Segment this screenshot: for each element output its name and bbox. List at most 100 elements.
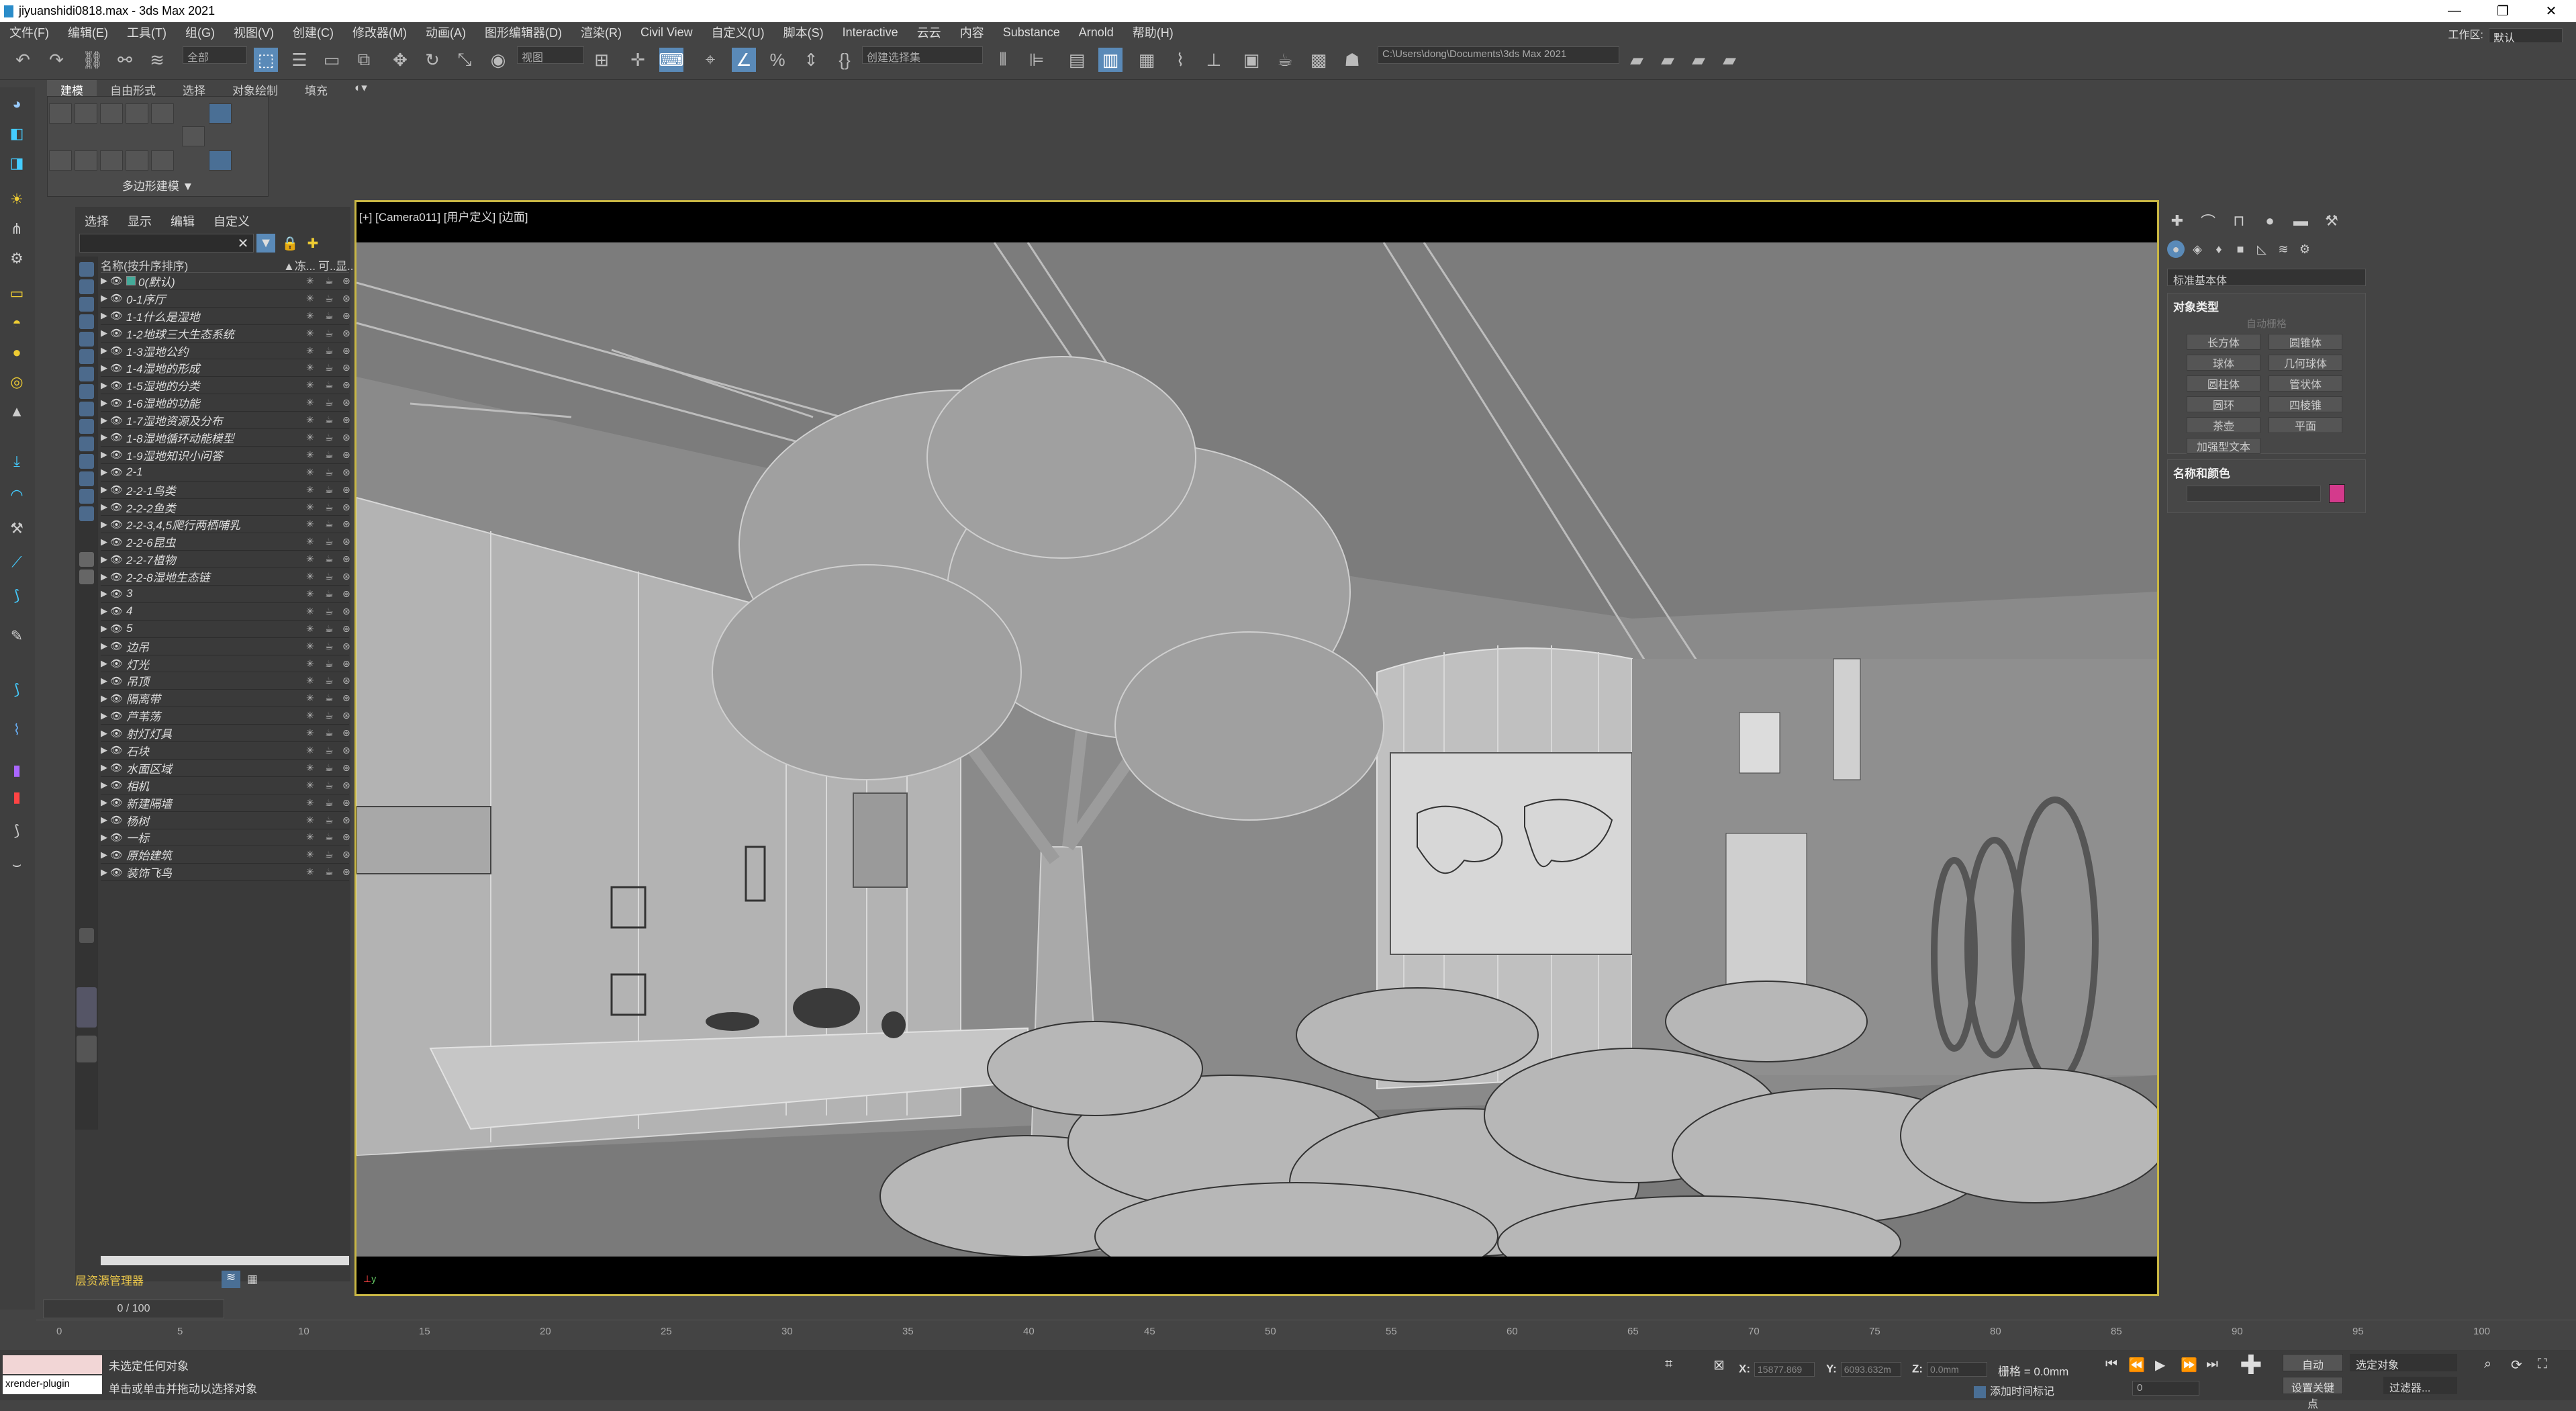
render-toggle-icon[interactable]: ☕ [325,518,334,530]
cylinder-button[interactable]: 圆柱体 [2187,375,2260,392]
maxscript-listener-input[interactable] [3,1355,102,1374]
freeze-toggle-icon[interactable]: ✳ [306,797,314,809]
filter-frozen-icon[interactable] [79,437,94,451]
expand-arrow-icon[interactable]: ▶ [101,641,110,651]
freeze-toggle-icon[interactable]: ✳ [306,849,314,860]
layer-row[interactable]: ▶ 👁 2-2-7植物 ✳ ☕ ⊛ [101,551,350,569]
expand-arrow-icon[interactable]: ▶ [101,815,110,825]
freeze-toggle-icon[interactable]: ✳ [306,762,314,774]
layer-name[interactable]: 吊顶 [126,672,349,689]
layer-row[interactable]: ▶ 👁 1-6湿地的功能 ✳ ☕ ⊛ [101,394,350,412]
layer-explorer-label[interactable]: 层资源管理器 [75,1271,144,1288]
layer-row[interactable]: ▶ 👁 水面区域 ✳ ☕ ⊛ [101,760,350,777]
ribbon-tool5-icon[interactable] [151,150,174,171]
layer-row[interactable]: ▶ 👁 1-3湿地公约 ✳ ☕ ⊛ [101,343,350,360]
render-toggle-icon[interactable]: ☕ [325,745,334,756]
selection-filter-dropdown[interactable]: 全部 [183,46,247,64]
render-toggle-icon[interactable]: ☕ [325,484,334,496]
freeze-toggle-icon[interactable]: ✳ [306,328,314,339]
render-toggle-icon[interactable]: ☕ [325,467,334,478]
layer-row[interactable]: ▶ 👁 1-5湿地的分类 ✳ ☕ ⊛ [101,377,350,395]
geometry-icon[interactable]: ● [2167,240,2185,258]
display-toggle-icon[interactable]: ⊛ [342,849,350,860]
ribbon-tab-object-paint[interactable]: 对象绘制 [219,80,291,97]
display-toggle-icon[interactable]: ⊛ [342,606,350,617]
display-toggle-icon[interactable]: ⊛ [342,449,350,461]
layer-row[interactable]: ▶ 👁 2-1 ✳ ☕ ⊛ [101,464,350,482]
expand-arrow-icon[interactable]: ▶ [101,554,110,565]
menu-scripting[interactable]: 脚本(S) [774,24,833,41]
expand-arrow-icon[interactable]: ▶ [101,797,110,808]
layer-name[interactable]: 水面区域 [126,760,349,776]
freeze-toggle-icon[interactable]: ✳ [306,397,314,408]
menu-file[interactable]: 文件(F) [0,24,58,41]
layer-name[interactable]: 5 [126,622,349,635]
display-toggle-icon[interactable]: ⊛ [342,658,350,670]
expand-arrow-icon[interactable]: ▶ [101,432,110,443]
schematic-view-icon[interactable]: ⊥ [1202,48,1226,72]
display-toggle-icon[interactable]: ⊛ [342,815,350,826]
render-toggle-icon[interactable]: ☕ [325,397,334,408]
se-tab-select[interactable]: 选择 [75,210,118,232]
visibility-eye-icon[interactable]: 👁 [110,675,126,687]
motion-icon[interactable]: ⚙ [5,247,28,270]
render-toggle-icon[interactable]: ☕ [325,815,334,826]
layer-name[interactable]: 2-2-1鸟类 [126,482,349,498]
visibility-eye-icon[interactable]: 👁 [110,362,126,374]
time-slider[interactable]: 0 / 100 [43,1300,224,1318]
auto-key-button[interactable]: 自动 [2283,1354,2343,1371]
visibility-eye-icon[interactable]: 👁 [110,397,126,409]
freeze-toggle-icon[interactable]: ✳ [306,588,314,600]
scene-search-input[interactable] [79,234,254,253]
window-crossing-icon[interactable]: ⧉ [352,48,376,72]
prev-frame-icon[interactable]: ⏪ [2128,1357,2145,1373]
column-display-header[interactable]: 显... [336,257,356,273]
expand-arrow-icon[interactable]: ▶ [101,588,110,599]
visibility-eye-icon[interactable]: 👁 [110,345,126,357]
angle-snap-icon[interactable]: ∠ [732,48,756,72]
project-path-dropdown[interactable]: C:\Users\dong\Documents\3ds Max 2021 [1378,46,1619,64]
expand-arrow-icon[interactable]: ▶ [101,484,110,495]
modify-tab-icon[interactable]: ⌒ [2197,211,2220,231]
freeze-toggle-icon[interactable]: ✳ [306,449,314,461]
layer-row[interactable]: ▶ 👁 4 ✳ ☕ ⊛ [101,603,350,621]
freeze-toggle-icon[interactable]: ✳ [306,414,314,426]
layer-name[interactable]: 射灯灯具 [126,725,349,741]
layer-row[interactable]: ▶ 👁 3 ✳ ☕ ⊛ [101,586,350,603]
display-toggle-icon[interactable]: ⊛ [342,518,350,530]
cone-button[interactable]: 圆锥体 [2269,334,2342,350]
next-frame-icon[interactable]: ⏩ [2181,1357,2197,1373]
filter-none-icon[interactable] [79,489,94,504]
layer-row[interactable]: ▶ 👁 0-1序厅 ✳ ☕ ⊛ [101,290,350,308]
expand-arrow-icon[interactable]: ▶ [101,467,110,477]
active-layer-icon[interactable] [126,276,136,286]
layer-row[interactable]: ▶ 👁 1-2地球三大生态系统 ✳ ☕ ⊛ [101,325,350,343]
layer-name[interactable]: 2-2-7植物 [126,551,349,567]
extra-tool-icon[interactable]: ⟆ [5,819,28,842]
menu-interactive[interactable]: Interactive [833,26,908,40]
visibility-eye-icon[interactable]: 👁 [110,275,126,287]
visibility-eye-icon[interactable]: 👁 [110,744,126,756]
menu-edit[interactable]: 编辑(E) [58,24,117,41]
hierarchy-tab-icon[interactable]: ⊓ [2228,211,2250,231]
expand-arrow-icon[interactable]: ▶ [101,676,110,686]
link-tool-icon[interactable]: ⟋ [5,551,28,574]
systems-icon[interactable]: ⚙ [2296,240,2313,258]
freeze-toggle-icon[interactable]: ✳ [306,362,314,373]
layer-name[interactable]: 杨树 [126,812,349,829]
display-toggle-icon[interactable]: ⊛ [342,762,350,774]
expand-arrow-icon[interactable]: ▶ [101,832,110,843]
menu-rendering[interactable]: 渲染(R) [571,24,631,41]
ribbon-stack-icon[interactable] [209,150,232,171]
pin-icon[interactable]: ⌇ [5,719,28,741]
ribbon-vertex-icon[interactable] [49,103,72,124]
link-icon[interactable]: ⛓ [81,48,105,72]
close-button[interactable]: ✕ [2527,0,2575,22]
layer-name[interactable]: 1-2地球三大生态系统 [126,325,349,342]
menu-civil-view[interactable]: Civil View [631,26,702,40]
freeze-toggle-icon[interactable]: ✳ [306,675,314,686]
menu-tools[interactable]: 工具(T) [117,24,176,41]
create-panel-icon[interactable]: ◧ [5,122,28,145]
visibility-eye-icon[interactable]: 👁 [110,831,126,844]
layer-name[interactable]: 新建隔墙 [126,794,349,811]
